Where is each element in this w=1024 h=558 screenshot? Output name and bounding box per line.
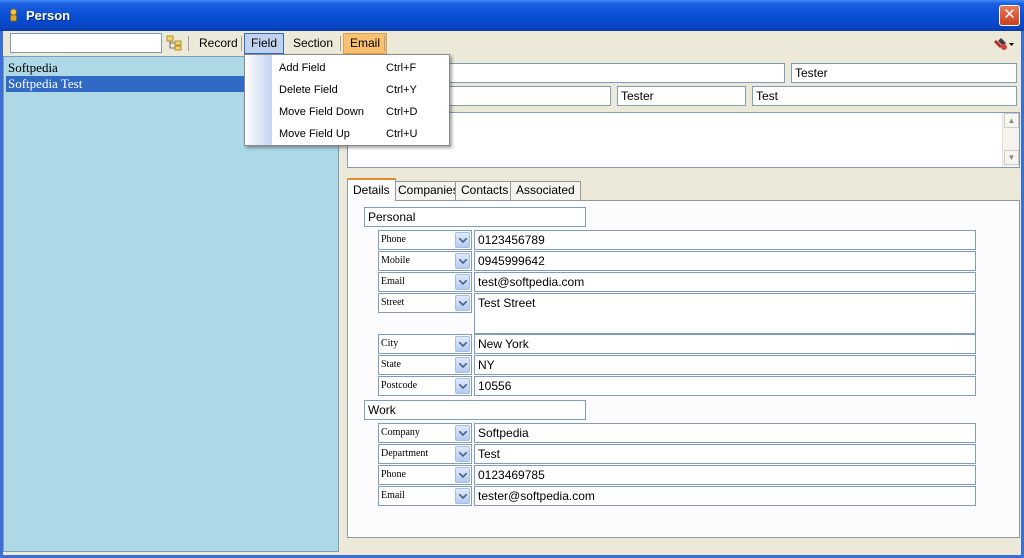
menu-item-label: Move Field Down <box>279 106 364 118</box>
field-type-combo[interactable]: Phone <box>378 230 472 250</box>
app-icon <box>10 8 17 22</box>
menu-item-shortcut: Ctrl+U <box>386 128 418 140</box>
field-type-label: State <box>381 359 401 370</box>
scroll-up-icon[interactable]: ▲ <box>1004 113 1019 128</box>
field-value[interactable]: Test Street <box>474 293 976 334</box>
field-type-combo[interactable]: Street <box>378 293 472 313</box>
chevron-down-icon[interactable] <box>455 336 470 352</box>
chevron-down-icon[interactable] <box>455 488 470 504</box>
field-value[interactable]: New York <box>474 334 976 354</box>
menu-item-label: Move Field Up <box>279 128 350 140</box>
field-type-label: City <box>381 338 399 349</box>
title-bar[interactable]: Person ✕ <box>0 0 1024 31</box>
toolbar-separator <box>188 36 189 51</box>
field-menu-dropdown: Add Field Ctrl+F Delete Field Ctrl+Y Mov… <box>244 54 450 146</box>
chevron-down-icon[interactable] <box>455 378 470 394</box>
tree-view-icon[interactable] <box>166 35 182 51</box>
field-value[interactable]: NY <box>474 355 976 375</box>
field-type-combo[interactable]: Mobile <box>378 251 472 271</box>
field-type-label: Department <box>381 448 429 459</box>
search-input[interactable] <box>10 33 162 53</box>
chevron-down-icon[interactable] <box>455 467 470 483</box>
chevron-down-icon[interactable] <box>455 446 470 462</box>
toolbar-separator <box>340 36 341 51</box>
field-type-label: Street <box>381 297 405 308</box>
toolbar-separator <box>241 36 242 51</box>
field-type-label: Phone <box>381 469 406 480</box>
field-type-combo[interactable]: State <box>378 355 472 375</box>
menu-section[interactable]: Section <box>287 33 339 54</box>
field-value[interactable]: Test <box>474 444 976 464</box>
chevron-down-icon[interactable] <box>455 232 470 248</box>
tab-companies[interactable]: Companies <box>392 181 465 200</box>
field-value[interactable]: tester@softpedia.com <box>474 486 976 506</box>
field-type-combo[interactable]: Department <box>378 444 472 464</box>
section-header-work[interactable]: Work <box>364 400 586 420</box>
field-type-label: Email <box>381 276 405 287</box>
display-name-field[interactable]: Tester <box>617 86 746 106</box>
field-value[interactable]: 0123469785 <box>474 465 976 485</box>
chevron-down-icon[interactable] <box>455 295 470 311</box>
menu-record[interactable]: Record <box>193 33 244 54</box>
field-type-label: Email <box>381 490 405 501</box>
last-name-field[interactable]: Tester <box>791 63 1017 83</box>
chevron-down-icon[interactable] <box>455 357 470 373</box>
toolbar: Record Field Section Email <box>3 31 1021 56</box>
menu-item-add-field[interactable]: Add Field Ctrl+F <box>245 57 449 79</box>
menu-item-label: Add Field <box>279 62 326 74</box>
tab-strip: Details Companies Contacts Associated <box>347 178 1020 201</box>
menu-item-shortcut: Ctrl+F <box>386 62 417 74</box>
nickname-field[interactable]: Test <box>752 86 1017 106</box>
tools-dropdown-icon[interactable] <box>993 36 1015 52</box>
field-type-combo[interactable]: Phone <box>378 465 472 485</box>
field-value[interactable]: 0945999642 <box>474 251 976 271</box>
field-type-label: Company <box>381 427 420 438</box>
field-value[interactable]: Softpedia <box>474 423 976 443</box>
tab-details[interactable]: Details <box>347 178 396 201</box>
window-client: Record Field Section Email Softpedia Sof… <box>3 31 1021 555</box>
menu-item-move-field-up[interactable]: Move Field Up Ctrl+U <box>245 123 449 145</box>
field-type-combo[interactable]: City <box>378 334 472 354</box>
menu-item-move-field-down[interactable]: Move Field Down Ctrl+D <box>245 101 449 123</box>
field-type-combo[interactable]: Company <box>378 423 472 443</box>
field-value[interactable]: 10556 <box>474 376 976 396</box>
field-type-label: Mobile <box>381 255 410 266</box>
chevron-down-icon[interactable] <box>455 274 470 290</box>
scroll-down-icon[interactable]: ▼ <box>1004 150 1019 165</box>
notes-scrollbar[interactable]: ▲ ▼ <box>1002 113 1019 167</box>
menu-item-shortcut: Ctrl+D <box>386 106 418 118</box>
field-value[interactable]: test@softpedia.com <box>474 272 976 292</box>
field-type-combo[interactable]: Email <box>378 272 472 292</box>
field-type-label: Postcode <box>381 380 418 391</box>
menu-item-delete-field[interactable]: Delete Field Ctrl+Y <box>245 79 449 101</box>
field-type-combo[interactable]: Email <box>378 486 472 506</box>
details-tab-body: Personal Phone 0123456789 Mobile 0945999… <box>347 200 1020 538</box>
close-icon: ✕ <box>1003 6 1016 23</box>
menu-item-label: Delete Field <box>279 84 338 96</box>
menu-field[interactable]: Field <box>244 33 285 54</box>
field-type-label: Phone <box>381 234 406 245</box>
tab-contacts[interactable]: Contacts <box>455 181 515 200</box>
menu-email[interactable]: Email <box>343 33 388 54</box>
window-title: Person <box>26 8 71 23</box>
chevron-down-icon[interactable] <box>455 425 470 441</box>
field-type-combo[interactable]: Postcode <box>378 376 472 396</box>
chevron-down-icon[interactable] <box>455 253 470 269</box>
toolbar-separator <box>384 36 385 51</box>
section-header-personal[interactable]: Personal <box>364 207 586 227</box>
menu-item-shortcut: Ctrl+Y <box>386 84 417 96</box>
tab-associated[interactable]: Associated <box>510 181 581 200</box>
close-button[interactable]: ✕ <box>999 5 1020 26</box>
field-value[interactable]: 0123456789 <box>474 230 976 250</box>
